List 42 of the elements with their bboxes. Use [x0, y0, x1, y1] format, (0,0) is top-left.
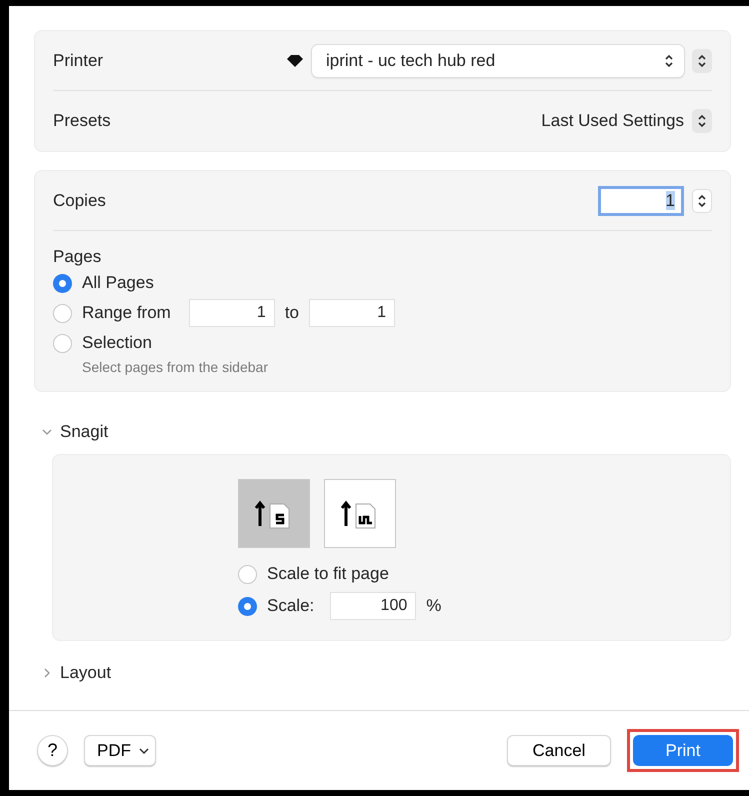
radio-button[interactable]: [238, 564, 257, 584]
radio-button[interactable]: [53, 334, 72, 352]
cancel-button[interactable]: Cancel: [507, 735, 611, 766]
orientation-button[interactable]: [324, 479, 396, 548]
printer-select[interactable]: iprint - uc tech hub red: [312, 44, 684, 76]
hint-text: Select pages from the sidebar: [82, 359, 269, 375]
copies-stepper[interactable]: [692, 188, 712, 212]
copies-label: Copies: [53, 190, 106, 210]
chevron-down-icon[interactable]: [42, 427, 52, 437]
updown-icon: [697, 192, 707, 208]
printer-icon: [286, 54, 304, 68]
range-to-field[interactable]: 1: [309, 299, 396, 327]
updown-icon: [697, 113, 707, 129]
orientation-button[interactable]: [238, 479, 310, 548]
chevron-down-icon: [139, 746, 149, 754]
radio-button[interactable]: [53, 304, 72, 322]
radio-label: Selection: [82, 333, 152, 353]
chevron-right-icon[interactable]: [42, 668, 52, 678]
scale-field[interactable]: 100: [330, 592, 416, 620]
to-label: to: [284, 303, 300, 323]
radio-label: All Pages: [82, 273, 154, 293]
radio-button[interactable]: [238, 596, 257, 616]
printer-label: Printer: [53, 50, 104, 70]
radio-label: Scale to fit page: [267, 564, 389, 584]
pages-label: Pages: [53, 247, 102, 267]
section-title: Layout: [60, 663, 112, 683]
presets-label: Presets: [53, 111, 111, 131]
pdf-menu-button[interactable]: PDF: [84, 735, 156, 766]
percent-label: %: [426, 596, 442, 616]
radio-button[interactable]: [53, 274, 72, 292]
updown-icon: [664, 52, 674, 68]
range-from-field[interactable]: 1: [188, 299, 275, 327]
help-button[interactable]: ?: [37, 735, 68, 766]
copies-field[interactable]: 1: [598, 186, 684, 216]
print-button[interactable]: Print: [633, 735, 733, 766]
section-title: Snagit: [60, 422, 108, 442]
radio-label: Range from: [82, 303, 171, 323]
printer-stepper[interactable]: [692, 48, 712, 72]
presets-value[interactable]: Last Used Settings: [541, 111, 684, 131]
presets-stepper[interactable]: [692, 109, 712, 133]
radio-label: Scale:: [267, 596, 314, 616]
updown-icon: [697, 52, 707, 68]
